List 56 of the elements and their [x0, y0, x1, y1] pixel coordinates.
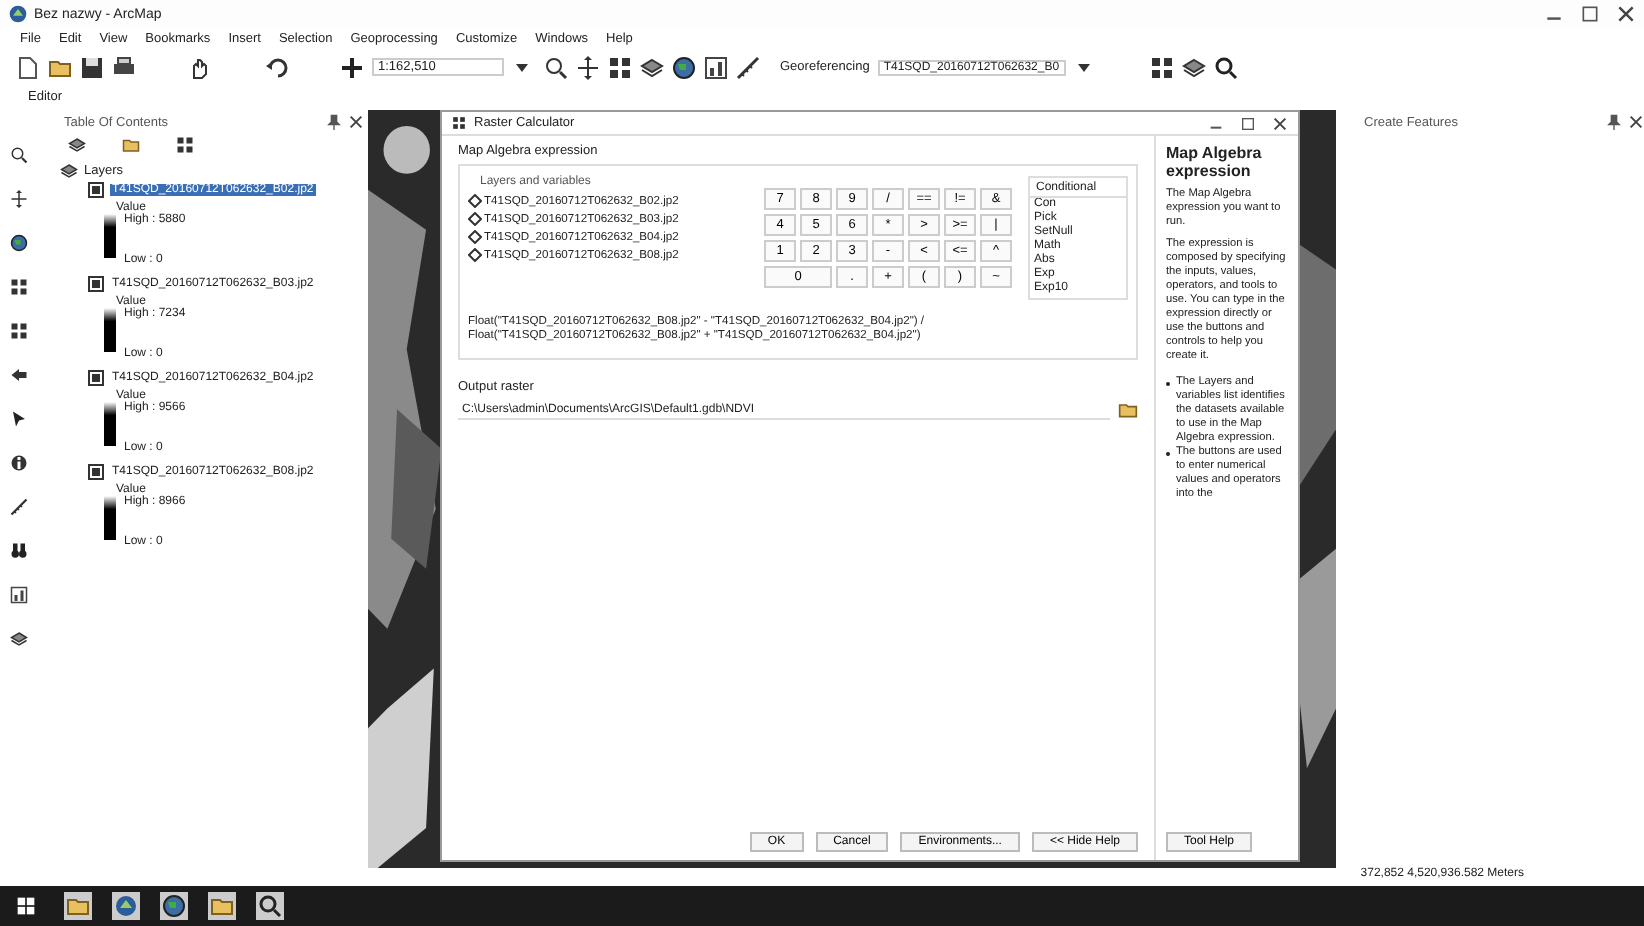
search-icon[interactable] [1213, 55, 1238, 79]
color-ramp [104, 496, 116, 540]
grid-icon[interactable] [9, 322, 27, 340]
close-icon[interactable] [1628, 114, 1644, 130]
measure-icon[interactable] [9, 498, 27, 516]
open-folder-icon[interactable] [1118, 400, 1138, 420]
save-icon[interactable] [80, 55, 104, 79]
layers-icon[interactable] [68, 136, 86, 154]
maximize-icon[interactable] [1240, 115, 1256, 131]
binoculars-icon[interactable] [9, 542, 27, 560]
layers-icon[interactable] [640, 55, 664, 79]
help-title: Map Algebra expression [1166, 144, 1264, 180]
measure-icon[interactable] [736, 55, 760, 79]
pan-icon[interactable] [9, 190, 27, 208]
close-icon[interactable] [348, 114, 364, 130]
color-ramp [104, 402, 116, 446]
zoom-in-icon[interactable] [9, 146, 27, 164]
undo-icon[interactable] [264, 55, 288, 79]
folder-icon[interactable] [64, 892, 92, 920]
new-document-icon[interactable] [16, 55, 40, 79]
color-ramp [104, 214, 116, 258]
zoom-in-icon[interactable] [544, 55, 568, 79]
open-folder-icon[interactable] [48, 55, 72, 79]
grid-icon[interactable] [1149, 55, 1174, 79]
pin-icon[interactable] [326, 114, 342, 130]
globe-icon[interactable] [672, 55, 696, 79]
maximize-icon[interactable] [1580, 4, 1600, 24]
info-icon[interactable] [9, 454, 27, 472]
search-icon[interactable] [256, 892, 284, 920]
chart-icon[interactable] [9, 586, 27, 604]
close-icon[interactable] [1272, 115, 1288, 131]
pointer-icon[interactable] [9, 410, 27, 428]
folder-icon[interactable] [208, 892, 236, 920]
grid-icon[interactable] [9, 278, 27, 296]
globe-icon[interactable] [160, 892, 188, 920]
grid-icon[interactable] [176, 136, 194, 154]
close-icon[interactable] [1616, 4, 1636, 24]
pin-icon[interactable] [1606, 114, 1622, 130]
layers-icon [60, 162, 78, 180]
printer-icon[interactable] [112, 55, 136, 79]
checkbox[interactable] [88, 370, 104, 386]
windows-logo-icon [16, 896, 36, 916]
layers-icon[interactable] [9, 630, 27, 648]
pan-icon[interactable] [576, 55, 600, 79]
arrow-left-icon[interactable] [9, 366, 27, 384]
color-ramp [104, 308, 116, 352]
grid-icon[interactable] [608, 55, 632, 79]
checkbox[interactable] [88, 276, 104, 292]
folder-icon[interactable] [122, 136, 140, 154]
checkbox[interactable] [88, 464, 104, 480]
checkbox[interactable] [88, 182, 104, 198]
layers-icon[interactable] [1181, 55, 1206, 79]
hand-icon[interactable] [188, 55, 212, 79]
chart-icon[interactable] [704, 55, 728, 79]
grid-icon [452, 116, 466, 130]
globe-icon[interactable] [9, 234, 27, 252]
